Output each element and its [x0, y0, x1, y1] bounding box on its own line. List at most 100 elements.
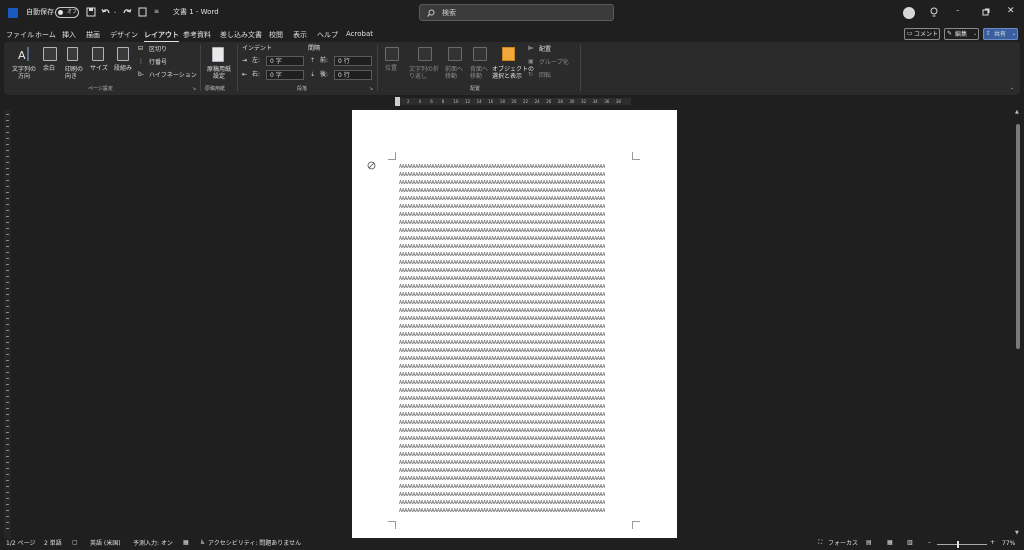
lightbulb-icon[interactable] — [930, 7, 938, 18]
share-button[interactable]: ⇪ 共有 ⌄ — [983, 28, 1018, 40]
text-line[interactable]: AAAAAAAAAAAAAAAAAAAAAAAAAAAAAAAAAAAAAAAA… — [399, 220, 631, 226]
text-line[interactable]: AAAAAAAAAAAAAAAAAAAAAAAAAAAAAAAAAAAAAAAA… — [399, 276, 631, 282]
tab-insert[interactable]: 挿入 — [62, 30, 76, 40]
text-line[interactable]: AAAAAAAAAAAAAAAAAAAAAAAAAAAAAAAAAAAAAAAA… — [399, 332, 631, 338]
tab-home[interactable]: ホーム — [35, 30, 56, 40]
tab-references[interactable]: 参考資料 — [183, 30, 211, 40]
indent-left-input[interactable]: 0 字 — [266, 56, 304, 66]
size-button[interactable]: サイズ — [88, 45, 110, 83]
align-button[interactable]: ⊫ 配置 — [528, 45, 568, 55]
print-layout-icon[interactable]: ▦ — [887, 540, 893, 546]
manuscript-settings-button[interactable]: 原稿用紙 設定 — [204, 45, 234, 83]
text-direction-button[interactable]: A 文字列の 方向 — [10, 45, 38, 83]
text-line[interactable]: AAAAAAAAAAAAAAAAAAAAAAAAAAAAAAAAAAAAAAAA… — [399, 212, 631, 218]
position-button[interactable]: 位置 — [382, 45, 402, 83]
margins-button[interactable]: 余白 — [40, 45, 60, 83]
undo-icon[interactable] — [101, 7, 111, 17]
track-icon[interactable]: ▦ — [183, 540, 189, 546]
ime-status[interactable]: 予測入力: オン — [133, 541, 173, 547]
scrollbar-thumb[interactable] — [1016, 124, 1020, 349]
line-numbers-button[interactable]: ⋮ 行番号 — [138, 58, 186, 68]
selection-pane-button[interactable]: オブジェクトの 選択と表示 — [492, 45, 534, 83]
search-box[interactable]: 検索 — [419, 4, 614, 21]
text-line[interactable]: AAAAAAAAAAAAAAAAAAAAAAAAAAAAAAAAAAAAAAAA… — [399, 484, 631, 490]
text-line[interactable]: AAAAAAAAAAAAAAAAAAAAAAAAAAAAAAAAAAAAAAAA… — [399, 268, 631, 274]
vertical-scrollbar[interactable]: ▲ ▼ — [1014, 110, 1022, 538]
text-line[interactable]: AAAAAAAAAAAAAAAAAAAAAAAAAAAAAAAAAAAAAAAA… — [399, 204, 631, 210]
autosave-toggle[interactable]: オフ — [55, 7, 79, 18]
anchor-icon[interactable] — [367, 161, 376, 170]
text-line[interactable]: AAAAAAAAAAAAAAAAAAAAAAAAAAAAAAAAAAAAAAAA… — [399, 228, 631, 234]
text-line[interactable]: AAAAAAAAAAAAAAAAAAAAAAAAAAAAAAAAAAAAAAAA… — [399, 492, 631, 498]
text-line[interactable]: AAAAAAAAAAAAAAAAAAAAAAAAAAAAAAAAAAAAAAAA… — [399, 372, 631, 378]
page-count[interactable]: 1/2 ページ — [6, 541, 35, 547]
tab-file[interactable]: ファイル — [6, 30, 34, 40]
focus-button[interactable]: フォーカス — [828, 541, 858, 547]
text-line[interactable]: AAAAAAAAAAAAAAAAAAAAAAAAAAAAAAAAAAAAAAAA… — [399, 300, 631, 306]
redo-icon[interactable] — [122, 7, 132, 17]
tab-review[interactable]: 校閲 — [269, 30, 283, 40]
zoom-in-icon[interactable]: + — [990, 540, 995, 546]
scroll-up-icon[interactable]: ▲ — [1015, 110, 1019, 115]
proofing-icon[interactable]: ▢ — [72, 540, 78, 546]
text-line[interactable]: AAAAAAAAAAAAAAAAAAAAAAAAAAAAAAAAAAAAAAAA… — [399, 180, 631, 186]
tab-mailings[interactable]: 差し込み文書 — [220, 30, 262, 40]
tab-layout[interactable]: レイアウト — [144, 30, 179, 42]
spacing-before-input[interactable]: 0 行 — [334, 56, 372, 66]
word-count[interactable]: 2 単語 — [44, 541, 62, 547]
tab-design[interactable]: デザイン — [110, 30, 138, 40]
group-button[interactable]: ▣ グループ化 — [528, 58, 572, 68]
zoom-slider[interactable] — [937, 541, 987, 548]
text-line[interactable]: AAAAAAAAAAAAAAAAAAAAAAAAAAAAAAAAAAAAAAAA… — [399, 444, 631, 450]
text-line[interactable]: AAAAAAAAAAAAAAAAAAAAAAAAAAAAAAAAAAAAAAAA… — [399, 396, 631, 402]
accessibility-status[interactable]: アクセシビリティ: 問題ありません — [208, 541, 301, 547]
dialog-launcher-icon[interactable]: ↘ — [192, 87, 196, 92]
text-line[interactable]: AAAAAAAAAAAAAAAAAAAAAAAAAAAAAAAAAAAAAAAA… — [399, 460, 631, 466]
text-line[interactable]: AAAAAAAAAAAAAAAAAAAAAAAAAAAAAAAAAAAAAAAA… — [399, 284, 631, 290]
customize-icon[interactable]: ≡ — [154, 9, 159, 15]
text-line[interactable]: AAAAAAAAAAAAAAAAAAAAAAAAAAAAAAAAAAAAAAAA… — [399, 316, 631, 322]
text-line[interactable]: AAAAAAAAAAAAAAAAAAAAAAAAAAAAAAAAAAAAAAAA… — [399, 500, 631, 506]
text-line[interactable]: AAAAAAAAAAAAAAAAAAAAAAAAAAAAAAAAAAAAAAAA… — [399, 476, 631, 482]
language-status[interactable]: 英語 (米国) — [90, 541, 121, 547]
text-line[interactable]: AAAAAAAAAAAAAAAAAAAAAAAAAAAAAAAAAAAAAAAA… — [399, 356, 631, 362]
new-icon[interactable] — [138, 7, 148, 17]
breaks-button[interactable]: ⊟ 区切り — [138, 45, 186, 55]
text-line[interactable]: AAAAAAAAAAAAAAAAAAAAAAAAAAAAAAAAAAAAAAAA… — [399, 252, 631, 258]
undo-dropdown-icon[interactable]: ⌄ — [113, 10, 117, 15]
avatar-icon[interactable] — [903, 7, 915, 19]
indent-marker[interactable] — [395, 97, 400, 106]
text-line[interactable]: AAAAAAAAAAAAAAAAAAAAAAAAAAAAAAAAAAAAAAAA… — [399, 292, 631, 298]
bring-forward-button[interactable]: 前面へ 移動 — [444, 45, 468, 83]
indent-right-input[interactable]: 0 字 — [266, 70, 304, 80]
hyphenation-button[interactable]: b- ハイフネーション — [138, 71, 198, 81]
scroll-down-icon[interactable]: ▼ — [1015, 531, 1019, 536]
text-line[interactable]: AAAAAAAAAAAAAAAAAAAAAAAAAAAAAAAAAAAAAAAA… — [399, 196, 631, 202]
text-line[interactable]: AAAAAAAAAAAAAAAAAAAAAAAAAAAAAAAAAAAAAAAA… — [399, 404, 631, 410]
web-layout-icon[interactable]: ▥ — [907, 540, 913, 546]
rotate-button[interactable]: ↻ 回転 — [528, 71, 568, 81]
text-line[interactable]: AAAAAAAAAAAAAAAAAAAAAAAAAAAAAAAAAAAAAAAA… — [399, 428, 631, 434]
orientation-button[interactable]: 印刷の 向き — [62, 45, 86, 83]
text-line[interactable]: AAAAAAAAAAAAAAAAAAAAAAAAAAAAAAAAAAAAAAAA… — [399, 164, 631, 170]
text-line[interactable]: AAAAAAAAAAAAAAAAAAAAAAAAAAAAAAAAAAAAAAAA… — [399, 188, 631, 194]
spacing-after-input[interactable]: 0 行 — [334, 70, 372, 80]
text-line[interactable]: AAAAAAAAAAAAAAAAAAAAAAAAAAAAAAAAAAAAAAAA… — [399, 172, 631, 178]
columns-button[interactable]: 段組み — [112, 45, 136, 83]
tab-draw[interactable]: 描画 — [86, 30, 100, 40]
close-icon[interactable]: ✕ — [1007, 7, 1015, 16]
send-backward-button[interactable]: 背面へ 移動 — [469, 45, 493, 83]
dialog-launcher-icon[interactable]: ↘ — [369, 87, 373, 92]
text-line[interactable]: AAAAAAAAAAAAAAAAAAAAAAAAAAAAAAAAAAAAAAAA… — [399, 244, 631, 250]
text-line[interactable]: AAAAAAAAAAAAAAAAAAAAAAAAAAAAAAAAAAAAAAAA… — [399, 348, 631, 354]
read-mode-icon[interactable]: ▤ — [866, 540, 872, 546]
minimize-icon[interactable]: – — [956, 7, 960, 14]
tab-view[interactable]: 表示 — [293, 30, 307, 40]
restore-icon[interactable] — [982, 8, 990, 16]
zoom-out-icon[interactable]: – — [928, 540, 931, 546]
text-line[interactable]: AAAAAAAAAAAAAAAAAAAAAAAAAAAAAAAAAAAAAAAA… — [399, 412, 631, 418]
text-line[interactable]: AAAAAAAAAAAAAAAAAAAAAAAAAAAAAAAAAAAAAAAA… — [399, 364, 631, 370]
text-line[interactable]: AAAAAAAAAAAAAAAAAAAAAAAAAAAAAAAAAAAAAAAA… — [399, 324, 631, 330]
zoom-level[interactable]: 77% — [1002, 541, 1015, 547]
wrap-text-button[interactable]: 文字列の折 り返し — [408, 45, 442, 83]
